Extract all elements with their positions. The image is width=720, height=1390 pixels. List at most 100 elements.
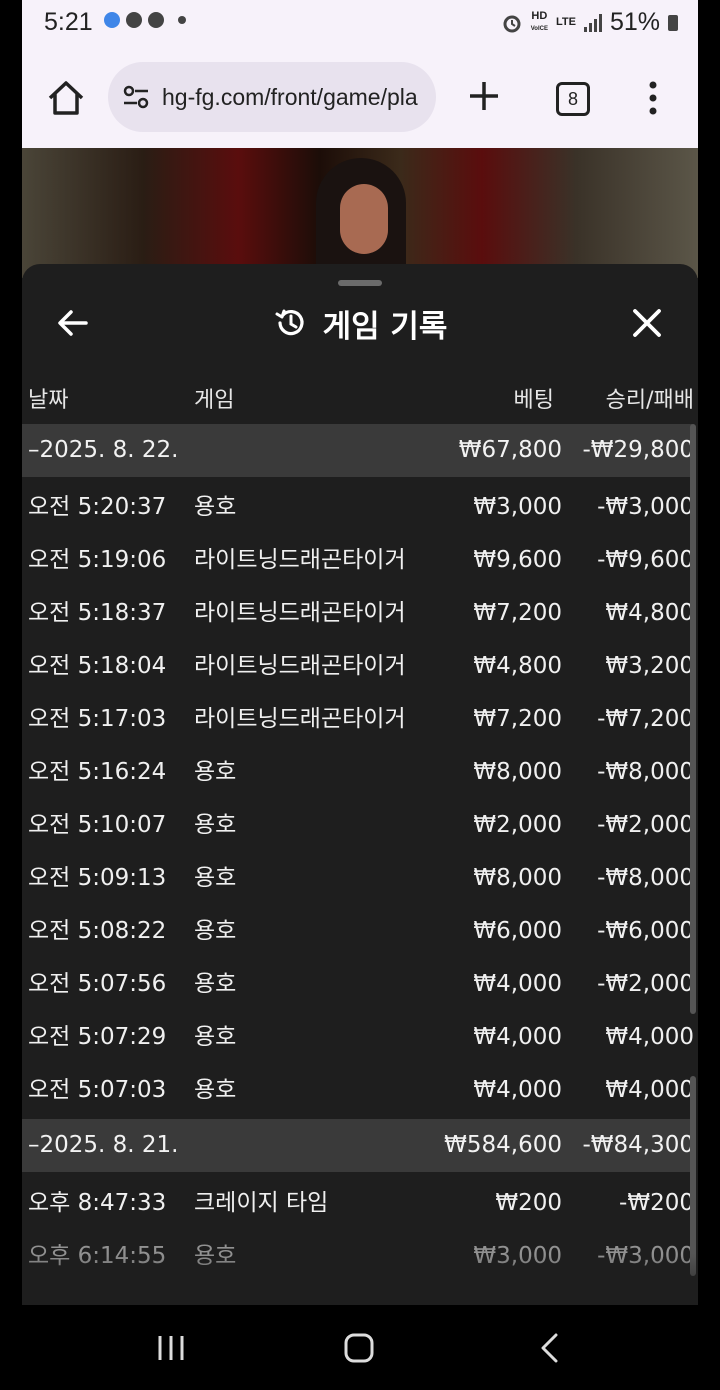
row-result: -₩7,200: [597, 706, 694, 732]
row-game: 용호: [194, 918, 237, 944]
row-game: 용호: [194, 812, 237, 838]
row-bet: ₩200: [495, 1190, 562, 1216]
row-time: 오전 5:19:06: [28, 547, 167, 573]
row-result: ₩4,000: [605, 1024, 694, 1050]
group-date: –2025. 8. 21.: [28, 1132, 179, 1158]
row-bet: ₩3,000: [473, 494, 562, 520]
more-notifications-icon: [178, 16, 186, 24]
row-game: 크레이지 타임: [194, 1190, 329, 1216]
row-time: 오전 5:07:03: [28, 1077, 167, 1103]
row-time: 오전 5:18:04: [28, 653, 167, 679]
site-settings-icon[interactable]: [120, 81, 152, 113]
row-result: ₩4,000: [605, 1077, 694, 1103]
row-game: 라이트닝드래곤타이거: [194, 600, 406, 626]
column-header-bet[interactable]: 베팅: [514, 382, 554, 414]
table-row[interactable]: 오전 5:10:07 용호 ₩2,000 -₩2,000: [22, 799, 694, 852]
date-group-row[interactable]: –2025. 8. 21. ₩584,600 -₩84,300: [22, 1119, 694, 1172]
sheet-title: 게임 기록: [322, 308, 448, 345]
table-row[interactable]: 오전 5:19:06 라이트닝드래곤타이거 ₩9,600 -₩9,600: [22, 534, 694, 587]
row-time: 오전 5:17:03: [28, 706, 167, 732]
row-game: 용호: [194, 865, 237, 891]
history-icon: [275, 309, 304, 336]
nav-back-icon[interactable]: [538, 1333, 560, 1363]
more-menu-icon[interactable]: [648, 80, 658, 116]
table-row[interactable]: 오전 5:16:24 용호 ₩8,000 -₩8,000: [22, 746, 694, 799]
group-result-total: -₩84,300: [582, 1132, 694, 1158]
row-result: -₩3,000: [597, 494, 694, 520]
url-text: hg-fg.com/front/game/pla: [162, 83, 418, 110]
row-bet: ₩4,800: [473, 653, 562, 679]
scrollbar-track[interactable]: [690, 424, 696, 1014]
table-row[interactable]: 오전 5:07:29 용호 ₩4,000 ₩4,000: [22, 1011, 694, 1064]
column-header-game[interactable]: 게임: [194, 382, 234, 414]
row-result: -₩2,000: [597, 812, 694, 838]
talk-icon: [126, 12, 142, 28]
list-bottom-fade: [22, 1254, 698, 1305]
row-bet: ₩4,000: [473, 1077, 562, 1103]
table-row[interactable]: 오전 5:17:03 라이트닝드래곤타이거 ₩7,200 -₩7,200: [22, 693, 694, 746]
row-time: 오후 8:47:33: [28, 1190, 167, 1216]
table-row[interactable]: 오전 5:08:22 용호 ₩6,000 -₩6,000: [22, 905, 694, 958]
row-bet: ₩2,000: [473, 812, 562, 838]
row-time: 오전 5:07:56: [28, 971, 167, 997]
group-result-total: -₩29,800: [582, 437, 694, 463]
status-bar: 5:21 HD VoICE LTE 51%: [22, 0, 698, 48]
table-row[interactable]: 오전 5:07:03 용호 ₩4,000 ₩4,000: [22, 1064, 694, 1117]
table-row[interactable]: 오전 5:18:37 라이트닝드래곤타이거 ₩7,200 ₩4,800: [22, 587, 694, 640]
row-bet: ₩4,000: [473, 1024, 562, 1050]
row-bet: ₩7,200: [473, 600, 562, 626]
table-row[interactable]: 오전 5:07:56 용호 ₩4,000 -₩2,000: [22, 958, 694, 1011]
row-time: 오전 5:20:37: [28, 494, 167, 520]
dealer-face: [340, 184, 388, 254]
browser-toolbar: hg-fg.com/front/game/pla 8: [22, 48, 698, 148]
app-notification-icon: [104, 12, 120, 28]
notification-icons: [104, 12, 186, 28]
row-result: -₩200: [619, 1190, 694, 1216]
close-icon[interactable]: [630, 306, 664, 340]
row-game: 용호: [194, 494, 237, 520]
nav-home-icon[interactable]: [344, 1333, 374, 1363]
row-time: 오전 5:18:37: [28, 600, 167, 626]
row-time: 오전 5:10:07: [28, 812, 167, 838]
table-row[interactable]: 오후 8:47:33 크레이지 타임 ₩200 -₩200: [22, 1177, 694, 1230]
row-time: 오전 5:09:13: [28, 865, 167, 891]
lte-icon: LTE: [555, 16, 576, 28]
browser-page: 5:21 HD VoICE LTE 51% hg-fg.com/front/gam…: [22, 0, 698, 1305]
status-time: 5:21: [44, 8, 93, 36]
table-row[interactable]: 오전 5:09:13 용호 ₩8,000 -₩8,000: [22, 852, 694, 905]
table-row[interactable]: 오전 5:20:37 용호 ₩3,000 -₩3,000: [22, 481, 694, 534]
row-result: -₩6,000: [597, 918, 694, 944]
row-game: 라이트닝드래곤타이거: [194, 706, 406, 732]
row-bet: ₩7,200: [473, 706, 562, 732]
signal-icon: [583, 13, 602, 32]
row-bet: ₩4,000: [473, 971, 562, 997]
row-result: -₩8,000: [597, 865, 694, 891]
column-header-date[interactable]: 날짜: [28, 382, 68, 414]
home-icon[interactable]: [46, 78, 86, 118]
row-game: 용호: [194, 759, 237, 785]
date-group-row[interactable]: –2025. 8. 22. ₩67,800 -₩29,800: [22, 424, 694, 477]
column-header-result[interactable]: 승리/패배: [606, 382, 694, 414]
new-tab-icon[interactable]: [466, 78, 502, 114]
row-result: ₩4,800: [605, 600, 694, 626]
android-nav-bar: [0, 1305, 720, 1390]
status-right: HD VoICE LTE 51%: [501, 8, 678, 37]
url-bar[interactable]: hg-fg.com/front/game/pla: [108, 62, 436, 132]
soccer-icon: [148, 12, 164, 28]
table-row[interactable]: 오전 5:18:04 라이트닝드래곤타이거 ₩4,800 ₩3,200: [22, 640, 694, 693]
tab-switcher-button[interactable]: 8: [556, 82, 590, 116]
group-bet-total: ₩67,800: [458, 437, 562, 463]
row-result: -₩8,000: [597, 759, 694, 785]
recent-apps-icon[interactable]: [157, 1335, 185, 1361]
row-game: 용호: [194, 1077, 237, 1103]
row-game: 라이트닝드래곤타이거: [194, 653, 406, 679]
row-time: 오전 5:08:22: [28, 918, 167, 944]
drag-handle[interactable]: [338, 280, 382, 286]
row-bet: ₩6,000: [473, 918, 562, 944]
alarm-icon: [503, 15, 521, 32]
row-bet: ₩8,000: [473, 759, 562, 785]
scrollbar-thumb[interactable]: [690, 1076, 696, 1276]
hd-voice-icon: HD VoICE: [530, 9, 548, 32]
group-date: –2025. 8. 22.: [28, 437, 179, 463]
row-time: 오전 5:07:29: [28, 1024, 167, 1050]
